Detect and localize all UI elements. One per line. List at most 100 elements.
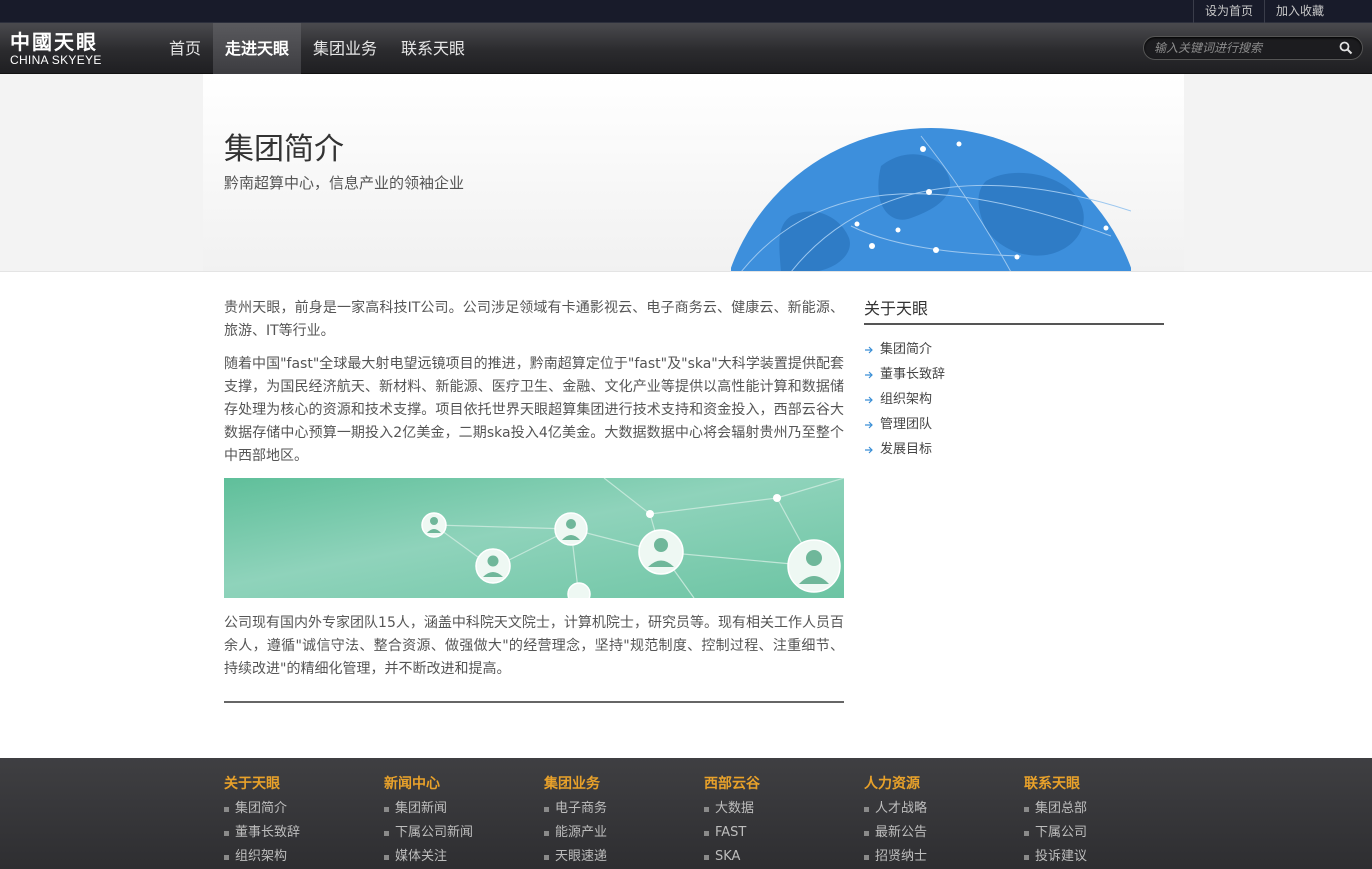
footer-link[interactable]: SKA <box>704 845 854 869</box>
bullet-square-icon <box>704 854 709 860</box>
footer-link[interactable]: 能源产业 <box>544 821 694 845</box>
sidebar-item-label: 董事长致辞 <box>880 367 946 382</box>
footer-col-title[interactable]: 西部云谷 <box>704 774 854 794</box>
footer-col-title[interactable]: 联系天眼 <box>1024 774 1174 794</box>
footer-link-label: 天眼速递 <box>555 849 608 864</box>
footer-link[interactable]: 最新公告 <box>864 821 1014 845</box>
footer-col-about: 关于天眼 集团简介 董事长致辞 组织架构 <box>224 774 374 869</box>
footer-col-title[interactable]: 人力资源 <box>864 774 1014 794</box>
footer-link[interactable]: 电子商务 <box>544 797 694 821</box>
bullet-square-icon <box>1024 830 1029 836</box>
sidebar-item-label: 集团简介 <box>880 342 933 357</box>
footer-link[interactable]: 媒体关注 <box>384 845 534 869</box>
bullet-square-icon <box>864 854 869 860</box>
footer-link[interactable]: 集团简介 <box>224 797 374 821</box>
footer-link-label: 下属公司新闻 <box>395 825 474 840</box>
sidebar-item-chairman[interactable]: 董事长致辞 <box>864 362 1164 387</box>
footer-link[interactable]: 董事长致辞 <box>224 821 374 845</box>
footer-link-label: 董事长致辞 <box>235 825 301 840</box>
search-input[interactable] <box>1154 39 1334 57</box>
footer-link-label: 媒体关注 <box>395 849 448 864</box>
sidebar-item-label: 组织架构 <box>880 392 933 407</box>
page-banner: 集团简介 黔南超算中心，信息产业的领袖企业 <box>0 74 1372 272</box>
footer-link-label: 投诉建议 <box>1035 849 1088 864</box>
footer-link[interactable]: 人才战略 <box>864 797 1014 821</box>
intro-paragraph: 贵州天眼，前身是一家高科技IT公司。公司涉足领域有卡通影视云、电子商务云、健康云… <box>224 300 844 339</box>
sidebar-title: 关于天眼 <box>864 297 1164 325</box>
footer-col-title[interactable]: 关于天眼 <box>224 774 374 794</box>
page-subtitle: 黔南超算中心，信息产业的领袖企业 <box>224 174 465 192</box>
logo-chinese: 中國天眼 <box>10 30 98 54</box>
sidebar-item-goals[interactable]: 发展目标 <box>864 437 1164 462</box>
arrow-right-icon <box>865 346 873 353</box>
footer-link-label: 集团总部 <box>1035 801 1088 816</box>
team-paragraph: 公司现有国内外专家团队15人，涵盖中科院天文院士，计算机院士，研究员等。现有相关… <box>224 615 844 677</box>
top-utility-bar: 设为首页 加入收藏 <box>0 0 1372 23</box>
bullet-square-icon <box>704 806 709 812</box>
sidebar-item-profile[interactable]: 集团简介 <box>864 337 1164 362</box>
bullet-square-icon <box>1024 854 1029 860</box>
arrow-right-icon <box>865 371 873 378</box>
footer-link[interactable]: FAST <box>704 821 854 845</box>
footer-col-title[interactable]: 新闻中心 <box>384 774 534 794</box>
footer-link-label: 电子商务 <box>555 801 608 816</box>
content-divider <box>224 701 844 703</box>
footer-link-label: SKA <box>715 849 741 864</box>
footer-link-label: 人才战略 <box>875 801 928 816</box>
footer-col-business: 集团业务 电子商务 能源产业 天眼速递 <box>544 774 694 869</box>
sidebar-item-label: 发展目标 <box>880 442 933 457</box>
footer-link[interactable]: 天眼速递 <box>544 845 694 869</box>
arrow-right-icon <box>865 421 873 428</box>
footer-col-contact: 联系天眼 集团总部 下属公司 投诉建议 <box>1024 774 1174 869</box>
utility-links: 设为首页 加入收藏 <box>1192 0 1335 23</box>
footer-col-news: 新闻中心 集团新闻 下属公司新闻 媒体关注 <box>384 774 534 869</box>
bullet-square-icon <box>224 830 229 836</box>
sidebar: 关于天眼 集团简介 董事长致辞 组织架构 管理团队 发展目标 <box>864 297 1164 462</box>
footer-col-hr: 人力资源 人才战略 最新公告 招贤纳士 <box>864 774 1014 869</box>
footer-link[interactable]: 集团总部 <box>1024 797 1174 821</box>
search-box <box>1143 36 1363 60</box>
footer-link-label: 大数据 <box>715 801 755 816</box>
add-favorite-link[interactable]: 加入收藏 <box>1263 0 1335 23</box>
footer-link-label: 组织架构 <box>235 849 288 864</box>
bullet-square-icon <box>864 830 869 836</box>
site-logo[interactable]: 中國天眼 CHINA SKYEYE <box>10 30 120 68</box>
footer-link[interactable]: 下属公司新闻 <box>384 821 534 845</box>
footer-link-label: 能源产业 <box>555 825 608 840</box>
footer-link[interactable]: 组织架构 <box>224 845 374 869</box>
sidebar-item-structure[interactable]: 组织架构 <box>864 387 1164 412</box>
footer-link-label: 招贤纳士 <box>875 849 928 864</box>
footer-col-cloud: 西部云谷 大数据 FAST SKA <box>704 774 854 869</box>
nav-home[interactable]: 首页 <box>157 23 213 74</box>
bullet-square-icon <box>384 854 389 860</box>
nav-contact[interactable]: 联系天眼 <box>389 23 477 74</box>
footer-link[interactable]: 下属公司 <box>1024 821 1174 845</box>
footer-col-title[interactable]: 集团业务 <box>544 774 694 794</box>
nav-about[interactable]: 走进天眼 <box>213 23 302 74</box>
sidebar-item-management[interactable]: 管理团队 <box>864 412 1164 437</box>
footer-link[interactable]: 集团新闻 <box>384 797 534 821</box>
sidebar-menu: 集团简介 董事长致辞 组织架构 管理团队 发展目标 <box>864 337 1164 462</box>
footer-link-label: 下属公司 <box>1035 825 1088 840</box>
footer-link[interactable]: 招贤纳士 <box>864 845 1014 869</box>
footer-link-label: 集团简介 <box>235 801 288 816</box>
bullet-square-icon <box>384 806 389 812</box>
footer-link[interactable]: 大数据 <box>704 797 854 821</box>
footer-link-label: 最新公告 <box>875 825 928 840</box>
bullet-square-icon <box>224 854 229 860</box>
main-nav: 首页 走进天眼 集团业务 联系天眼 <box>157 23 477 74</box>
set-homepage-link[interactable]: 设为首页 <box>1192 0 1264 23</box>
bullet-square-icon <box>384 830 389 836</box>
search-icon[interactable] <box>1339 41 1353 55</box>
bullet-square-icon <box>544 854 549 860</box>
logo-english: CHINA SKYEYE <box>10 53 102 67</box>
arrow-right-icon <box>865 446 873 453</box>
footer-link-label: 集团新闻 <box>395 801 448 816</box>
footer-link[interactable]: 投诉建议 <box>1024 845 1174 869</box>
nav-business[interactable]: 集团业务 <box>301 23 389 74</box>
bullet-square-icon <box>864 806 869 812</box>
team-network-image <box>224 478 844 598</box>
project-paragraph: 随着中国"fast"全球最大射电望远镜项目的推进，黔南超算定位于"fast"及"… <box>224 356 844 464</box>
site-footer: 关于天眼 集团简介 董事长致辞 组织架构 新闻中心 集团新闻 下属公司新闻 媒体… <box>0 758 1372 869</box>
footer-link-label: FAST <box>715 825 747 840</box>
